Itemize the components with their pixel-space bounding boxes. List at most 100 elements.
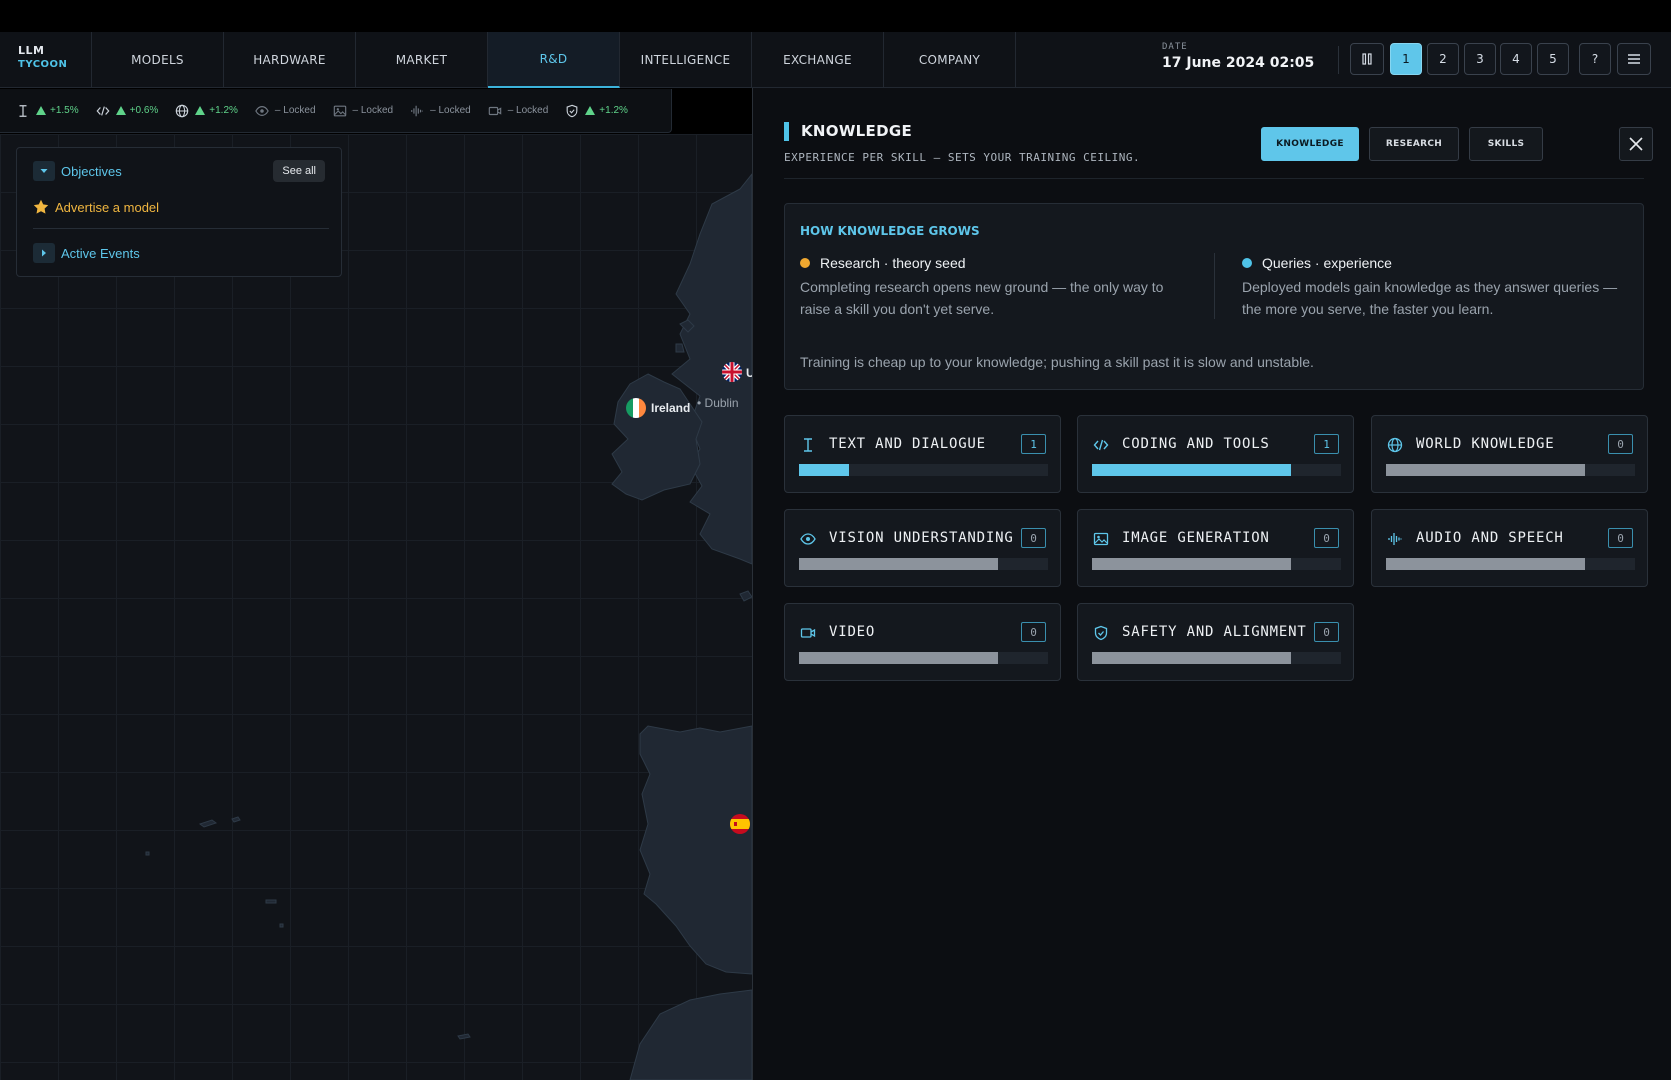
active-events-header[interactable]: Active Events (17, 229, 341, 263)
title-accent-bar (784, 122, 789, 141)
dublin-name: Dublin (704, 396, 739, 410)
skill-label: VIDEO (829, 624, 876, 640)
skill-card-coding[interactable]: CODING AND TOOLS 1 (1077, 415, 1354, 493)
up-arrow-icon (585, 106, 596, 115)
objectives-toggle[interactable] (33, 161, 55, 181)
skill-label: WORLD KNOWLEDGE (1416, 436, 1555, 452)
skill-progress-track (1092, 652, 1341, 664)
research-dot-icon (800, 258, 810, 268)
queries-info-head: Queries · experience (1242, 255, 1632, 271)
ireland-label[interactable]: Ireland (651, 401, 690, 415)
window-top-strip (0, 0, 1671, 32)
image-icon (333, 104, 347, 118)
stat-value: +0.6% (129, 105, 159, 116)
date-label: DATE (1162, 42, 1188, 52)
date-display: DATE 17 June 2024 02:05 (1162, 42, 1314, 71)
skill-card-image[interactable]: IMAGE GENERATION 0 (1077, 509, 1354, 587)
pause-button[interactable] (1350, 43, 1384, 75)
tab-company[interactable]: COMPANY (884, 32, 1016, 88)
stat-image: – Locked (333, 104, 394, 118)
skill-card-world[interactable]: WORLD KNOWLEDGE 0 (1371, 415, 1648, 493)
menu-button[interactable] (1617, 43, 1651, 75)
skill-progress-track (799, 652, 1048, 664)
skill-progress-track (1092, 464, 1341, 476)
skill-level-badge: 0 (1608, 434, 1633, 454)
skill-label: TEXT AND DIALOGUE (829, 436, 986, 452)
research-tab[interactable]: RESEARCH (1369, 127, 1459, 161)
tab-exchange[interactable]: EXCHANGE (752, 32, 884, 88)
stat-code: +0.6% (96, 104, 159, 118)
objective-item[interactable]: Advertise a model (17, 182, 341, 215)
tab-rnd[interactable]: R&D (488, 32, 620, 88)
shield-icon (1093, 625, 1109, 641)
ireland-flag-image (626, 398, 646, 418)
info-footer: Training is cheap up to your knowledge; … (800, 354, 1314, 370)
ireland-flag-icon[interactable] (626, 398, 646, 418)
objectives-panel: Objectives See all Advertise a model Act… (16, 147, 342, 277)
objectives-title: Objectives (61, 163, 122, 179)
active-events-title: Active Events (61, 245, 140, 261)
eye-icon (255, 104, 269, 118)
skill-label: CODING AND TOOLS (1122, 436, 1270, 452)
skill-progress-track (799, 464, 1048, 476)
uk-flag-icon[interactable] (722, 362, 742, 382)
speed-3-button[interactable]: 3 (1464, 43, 1496, 75)
shield-icon (565, 104, 579, 118)
skill-card-audio[interactable]: AUDIO AND SPEECH 0 (1371, 509, 1648, 587)
stat-value: – Locked (274, 105, 316, 116)
skill-label: AUDIO AND SPEECH (1416, 530, 1564, 546)
skill-progress-fill (799, 464, 849, 476)
queries-info: Queries · experience Deployed models gai… (1242, 255, 1632, 320)
skill-card-video[interactable]: VIDEO 0 (784, 603, 1061, 681)
stat-world: +1.2% (175, 104, 238, 118)
active-events-toggle[interactable] (33, 243, 55, 263)
app-logo[interactable]: LLM TYCOON (0, 32, 92, 88)
help-button[interactable]: ? (1579, 43, 1611, 75)
skill-progress-track (799, 558, 1048, 570)
objective-text: Advertise a model (55, 199, 160, 215)
stat-value: – Locked (352, 105, 394, 116)
skills-tab[interactable]: SKILLS (1469, 127, 1543, 161)
speed-4-button[interactable]: 4 (1500, 43, 1532, 75)
speed-5-button[interactable]: 5 (1537, 43, 1569, 75)
skill-progress-track (1386, 464, 1635, 476)
objectives-header[interactable]: Objectives See all (17, 148, 341, 182)
knowledge-tab[interactable]: KNOWLEDGE (1261, 127, 1359, 161)
audio-wave-icon (410, 104, 424, 118)
skill-card-safety[interactable]: SAFETY AND ALIGNMENT 0 (1077, 603, 1354, 681)
skill-stats-strip: +1.5% +0.6% +1.2% – Locked – Locked – Lo… (0, 89, 672, 133)
skill-progress-fill (1092, 464, 1292, 476)
speed-2-button[interactable]: 2 (1427, 43, 1459, 75)
tab-intelligence[interactable]: INTELLIGENCE (620, 32, 752, 88)
chevron-right-icon (42, 249, 46, 257)
info-title: HOW KNOWLEDGE GROWS (800, 224, 980, 238)
tab-market[interactable]: MARKET (356, 32, 488, 88)
speed-1-button[interactable]: 1 (1390, 43, 1422, 75)
research-info-head: Research · theory seed (800, 255, 1190, 271)
stat-audio: – Locked (410, 104, 471, 118)
skill-label: SAFETY AND ALIGNMENT (1122, 624, 1307, 640)
skill-progress-fill (1386, 464, 1586, 476)
globe-icon (175, 104, 189, 118)
stat-safety: +1.2% (565, 104, 628, 118)
tab-hardware[interactable]: HARDWARE (224, 32, 356, 88)
dublin-label[interactable]: • Dublin (697, 396, 739, 410)
panel-subtitle: EXPERIENCE PER SKILL — SETS YOUR TRAININ… (784, 151, 1141, 164)
pause-icon (1362, 53, 1372, 65)
tab-models[interactable]: MODELS (92, 32, 224, 88)
knowledge-info-box: HOW KNOWLEDGE GROWS Research · theory se… (784, 203, 1644, 390)
skill-label: VISION UNDERSTANDING (829, 530, 1014, 546)
skill-progress-fill (799, 652, 999, 664)
skill-progress-track (1092, 558, 1341, 570)
skill-label: IMAGE GENERATION (1122, 530, 1270, 546)
see-all-button[interactable]: See all (273, 160, 325, 182)
panel-header-divider (784, 178, 1644, 179)
close-panel-button[interactable] (1619, 127, 1653, 161)
logo-line1: LLM (18, 44, 45, 57)
text-cursor-icon (16, 104, 30, 118)
spain-flag-icon[interactable] (730, 814, 750, 834)
knowledge-panel: KNOWLEDGE EXPERIENCE PER SKILL — SETS YO… (752, 88, 1671, 1080)
research-info: Research · theory seed Completing resear… (800, 255, 1190, 320)
skill-card-vision[interactable]: VISION UNDERSTANDING 0 (784, 509, 1061, 587)
skill-card-text[interactable]: TEXT AND DIALOGUE 1 (784, 415, 1061, 493)
